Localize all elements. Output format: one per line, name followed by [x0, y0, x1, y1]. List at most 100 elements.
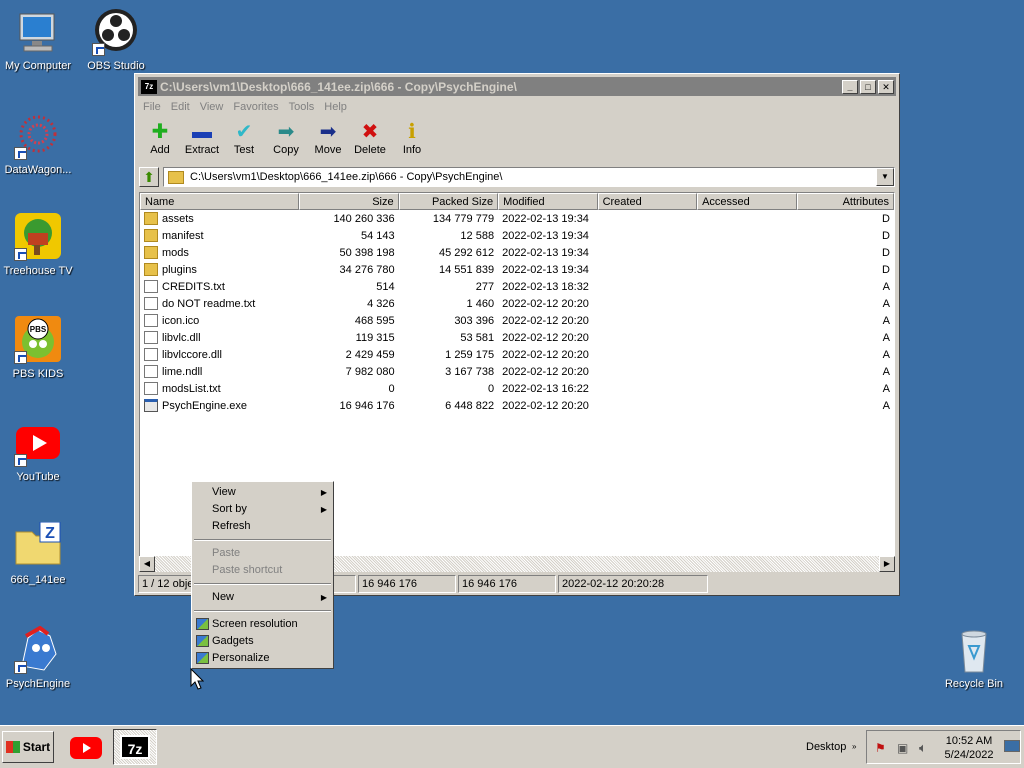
desktop-icon-treehouse-tv[interactable]: Treehouse TV — [0, 213, 80, 277]
context-menu-item-refresh[interactable]: Refresh — [192, 518, 333, 535]
menu-tools[interactable]: Tools — [285, 98, 321, 116]
context-menu-label: New — [212, 591, 235, 603]
desktop-icon-666-141ee[interactable]: Z 666_141ee — [0, 521, 80, 586]
menu-file[interactable]: File — [139, 98, 167, 116]
file-row[interactable]: plugins 34 276 780 14 551 839 2022-02-13 19… — [140, 261, 894, 278]
context-menu-item-paste-shortcut[interactable]: Paste shortcut — [192, 562, 333, 579]
toolbar-copy-button[interactable]: ➡ Copy — [265, 118, 307, 162]
toolbar-info-button[interactable]: ℹ Info — [391, 118, 433, 162]
context-menu-item-paste[interactable]: Paste — [192, 545, 333, 562]
file-row[interactable]: CREDITS.txt 514 277 2022-02-13 18:32 A — [140, 278, 894, 295]
desktop-icon-youtube[interactable]: YouTube — [0, 419, 80, 483]
toolbar-delete-button[interactable]: ✖ Delete — [349, 118, 391, 162]
column-header-modified[interactable]: Modified — [498, 193, 598, 210]
submenu-arrow-icon: ▶ — [320, 488, 327, 497]
maximize-button[interactable]: □ — [860, 79, 876, 94]
toolbar-label: Add — [150, 144, 170, 156]
context-menu-item-gadgets[interactable]: Gadgets — [192, 633, 333, 650]
zip-folder-icon: Z — [14, 521, 62, 570]
7zip-app-icon: 7z — [141, 79, 157, 94]
menu-view[interactable]: View — [196, 98, 230, 116]
title-bar[interactable]: 7z C:\Users\vm1\Desktop\666_141ee.zip\66… — [138, 77, 896, 96]
desktop-toolbar-label[interactable]: Desktop — [806, 741, 846, 753]
file-name-cell: libvlc.dll — [140, 331, 299, 344]
toolbar-move-button[interactable]: ➡ Move — [307, 118, 349, 162]
action-center-flag-icon[interactable]: ⚑ — [875, 741, 886, 755]
menu-edit[interactable]: Edit — [167, 98, 196, 116]
scroll-left-icon[interactable]: ◀ — [139, 556, 155, 572]
address-field[interactable]: C:\Users\vm1\Desktop\666_141ee.zip\666 -… — [163, 167, 895, 187]
desktop-icon-label: My Computer — [4, 60, 72, 72]
mouse-cursor-icon — [190, 668, 204, 690]
desktop-icon-recycle-bin[interactable]: Recycle Bin — [932, 626, 1016, 690]
datawagon-icon — [14, 112, 62, 160]
file-modified-cell: 2022-02-13 19:34 — [502, 229, 589, 242]
file-name-cell: plugins — [140, 263, 299, 276]
menu-favorites[interactable]: Favorites — [229, 98, 284, 116]
file-name-cell: assets — [140, 212, 299, 225]
start-button[interactable]: Start — [2, 731, 54, 763]
up-folder-button[interactable]: ⬆ — [139, 167, 159, 187]
column-header-accessed[interactable]: Accessed — [697, 193, 797, 210]
desktop-icon-datawagon[interactable]: DataWagon... — [0, 112, 80, 176]
file-icon — [144, 365, 158, 378]
file-row[interactable]: modsList.txt 0 0 2022-02-13 16:22 A — [140, 380, 894, 397]
network-icon[interactable]: ▣ — [897, 741, 908, 755]
file-packed-cell: 1 259 175 — [445, 348, 495, 361]
taskbar-7zip-button[interactable]: 7z — [113, 729, 157, 765]
file-row[interactable]: mods 50 398 198 45 292 612 2022-02-13 19:34… — [140, 244, 894, 261]
column-header-name[interactable]: Name — [140, 193, 300, 210]
file-modified-cell: 2022-02-13 19:34 — [502, 263, 589, 276]
context-menu-item-personalize[interactable]: Personalize — [192, 650, 333, 667]
file-size-cell: 7 982 080 — [345, 365, 395, 378]
windows-logo-icon — [5, 741, 20, 753]
context-menu-item-screen-resolution[interactable]: Screen resolution — [192, 616, 333, 633]
file-rows: assets 140 260 336 134 779 779 2022-02-13 1… — [140, 210, 894, 414]
file-packed-cell: 53 581 — [460, 331, 495, 344]
toolbar-label: Extract — [184, 144, 220, 156]
context-menu-item-new[interactable]: New ▶ — [192, 589, 333, 606]
chevron-down-icon[interactable]: ▼ — [876, 168, 894, 186]
column-header-packed-size[interactable]: Packed Size — [398, 193, 499, 210]
file-attr-cell: A — [882, 314, 890, 327]
desktop-icon-label: Recycle Bin — [944, 678, 1004, 690]
file-name: plugins — [162, 263, 197, 276]
info-icon: ℹ — [408, 121, 416, 143]
file-name-cell: manifest — [140, 229, 299, 242]
menu-help[interactable]: Help — [320, 98, 353, 116]
taskbar-youtube-button[interactable] — [64, 729, 108, 765]
file-row[interactable]: libvlc.dll 119 315 53 581 2022-02-12 20:20 A — [140, 329, 894, 346]
volume-icon[interactable]: 🔈︎ — [919, 740, 927, 756]
minimize-button[interactable]: _ — [842, 79, 858, 94]
desktop-icon-label: OBS Studio — [87, 60, 145, 72]
desktop-icon-my-computer[interactable]: My Computer — [0, 8, 80, 72]
menu-separator — [194, 539, 331, 541]
desktop-icon-obs-studio[interactable]: OBS Studio — [74, 8, 158, 72]
close-button[interactable]: ✕ — [878, 79, 894, 94]
file-name-cell: libvlccore.dll — [140, 348, 299, 361]
column-header-size[interactable]: Size — [299, 193, 399, 210]
context-menu-label: Gadgets — [212, 635, 254, 647]
file-row[interactable]: assets 140 260 336 134 779 779 2022-02-13 1… — [140, 210, 894, 227]
file-row[interactable]: lime.ndll 7 982 080 3 167 738 2022-02-12 20… — [140, 363, 894, 380]
column-header-attributes[interactable]: Attributes — [796, 193, 894, 210]
clock[interactable]: 10:52 AM 5/24/2022 — [939, 734, 999, 762]
7zip-icon: 7z — [120, 735, 150, 759]
toolbar-chevron-icon[interactable]: » — [852, 742, 856, 751]
column-header-created[interactable]: Created — [597, 193, 698, 210]
file-row[interactable]: manifest 54 143 12 588 2022-02-13 19:34 D — [140, 227, 894, 244]
show-desktop-icon[interactable] — [1004, 740, 1020, 752]
file-row[interactable]: PsychEngine.exe 16 946 176 6 448 822 2022-0… — [140, 397, 894, 414]
context-menu-item-sort-by[interactable]: Sort by ▶ — [192, 501, 333, 518]
file-icon — [144, 280, 158, 293]
desktop-icon-psychengine[interactable]: PsychEngine — [0, 625, 80, 690]
desktop-icon-pbs-kids[interactable]: PBS PBS KIDS — [0, 316, 80, 380]
scroll-right-icon[interactable]: ▶ — [879, 556, 895, 572]
context-menu-item-view[interactable]: View ▶ — [192, 484, 333, 501]
toolbar-test-button[interactable]: ✔ Test — [223, 118, 265, 162]
file-row[interactable]: icon.ico 468 595 303 396 2022-02-12 20:20 A — [140, 312, 894, 329]
toolbar-add-button[interactable]: ✚ Add — [139, 118, 181, 162]
file-row[interactable]: do NOT readme.txt 4 326 1 460 2022-02-12 20… — [140, 295, 894, 312]
file-row[interactable]: libvlccore.dll 2 429 459 1 259 175 2022-02-… — [140, 346, 894, 363]
toolbar-extract-button[interactable]: ▬ Extract — [181, 118, 223, 162]
